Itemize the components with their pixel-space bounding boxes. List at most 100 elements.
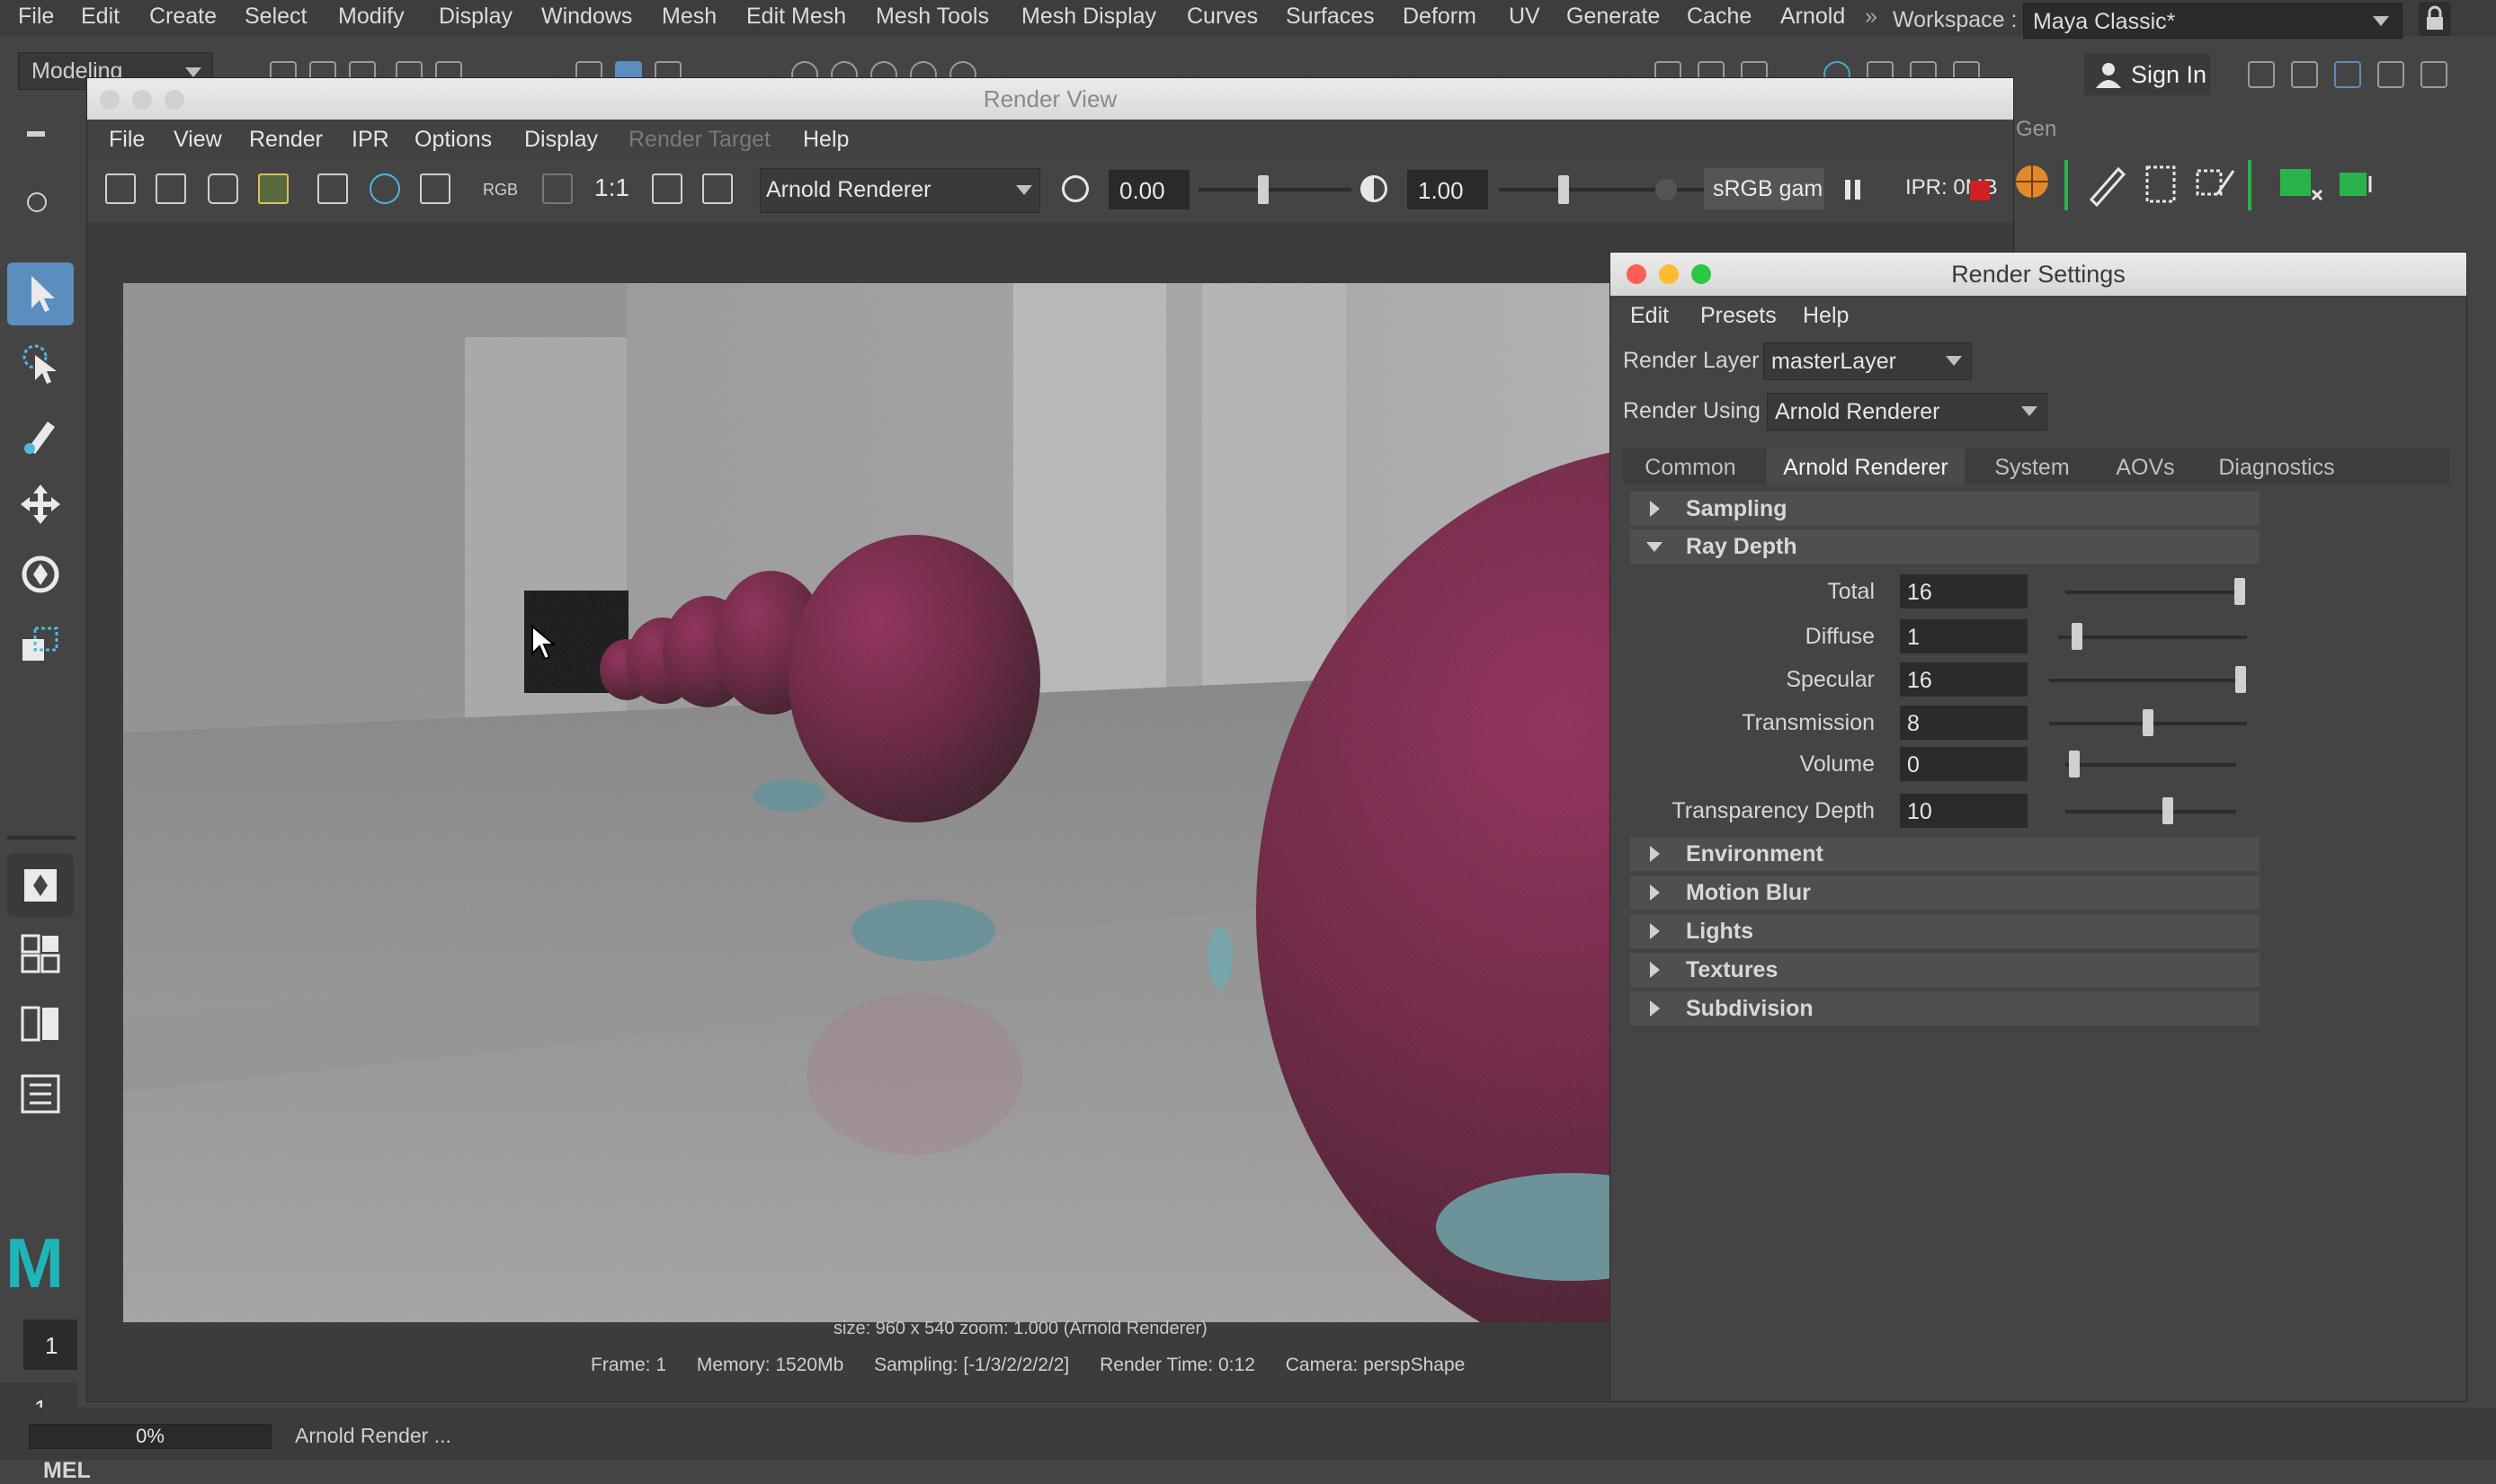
lasso-tool-icon[interactable] [7,333,74,395]
start-frame-field[interactable]: 1 [23,1320,77,1370]
outliner-layout-icon[interactable] [7,1062,74,1125]
crop-icon[interactable] [2136,158,2187,209]
main-menu-edit-mesh[interactable]: Edit Mesh [746,4,846,30]
main-menu-mesh-tools[interactable]: Mesh Tools [876,4,989,30]
attribute-editor-icon[interactable] [2334,61,2361,88]
render-using-select[interactable]: Arnold Renderer [1767,393,2047,431]
alpha-channel-icon[interactable] [542,173,573,204]
main-menu-display[interactable]: Display [439,4,513,30]
refresh-ipr-icon[interactable] [370,173,400,204]
sign-in-button[interactable]: Sign In [2084,54,2210,95]
tab-common[interactable]: Common [1623,449,1758,484]
arnold-sphere-icon[interactable] [2010,156,2055,207]
single-perspective-view-icon[interactable] [7,854,74,917]
transparency-depth-slider[interactable] [2065,810,2236,813]
lock-icon[interactable] [2419,2,2451,36]
volume-depth-field[interactable]: 0 [1900,747,2028,781]
main-menu-modify[interactable]: Modify [338,4,405,30]
render-settings-titlebar[interactable]: Render Settings [1610,253,2466,296]
color-space-button[interactable]: sRGB gam [1704,168,1824,209]
transmission-depth-field[interactable]: 8 [1900,706,2028,740]
render-layer-select[interactable]: masterLayer [1763,342,1972,380]
main-menu-surfaces[interactable]: Surfaces [1286,4,1375,30]
edit-marquee-icon[interactable] [2190,158,2241,209]
section-environment[interactable]: Environment [1630,837,2260,871]
volume-depth-slider-handle[interactable] [2068,751,2080,778]
rv-menu-file[interactable]: File [109,127,145,153]
volume-depth-slider[interactable] [2065,763,2236,767]
total-depth-field[interactable]: 16 [1900,574,2028,609]
rv-menu-render[interactable]: Render [249,127,323,153]
display-image-icon[interactable] [652,173,682,204]
exposure-slider-handle[interactable] [1258,175,1269,204]
tab-system[interactable]: System [1974,449,2090,484]
layer-options-icon[interactable] [2334,158,2388,209]
gamma-slider-track[interactable] [1499,188,1724,191]
exposure-field[interactable]: 0.00 [1109,170,1190,209]
main-menu-arnold[interactable]: Arnold [1780,4,1845,30]
main-menu-select[interactable]: Select [245,4,307,30]
move-tool-icon[interactable] [7,473,74,536]
shelf-tab-gen[interactable]: Gen [2016,117,2056,142]
remove-image-icon[interactable] [702,173,733,204]
rgb-channel-button[interactable]: RGB [483,181,518,200]
pause-ipr-icon[interactable] [1842,177,1864,202]
rs-menu-presets[interactable]: Presets [1700,303,1777,329]
main-menu-cache[interactable]: Cache [1687,4,1752,30]
rs-menu-edit[interactable]: Edit [1630,303,1669,329]
diffuse-depth-field[interactable]: 1 [1900,619,2028,653]
view-transform-icon[interactable] [1655,179,1677,200]
outliner-icon[interactable] [2420,61,2447,88]
transparency-depth-slider-handle[interactable] [2162,797,2173,824]
redo-render-icon[interactable] [105,173,136,204]
main-menu-windows[interactable]: Windows [541,4,632,30]
select-tool-icon[interactable] [7,262,74,325]
toolbox-gear-icon[interactable] [27,192,47,212]
tab-aovs[interactable]: AOVs [2096,449,2195,484]
render-settings-icon[interactable] [420,173,450,204]
character-controls-icon[interactable] [2291,61,2318,88]
diffuse-depth-slider[interactable] [2058,635,2247,639]
section-subdivision[interactable]: Subdivision [1630,991,2260,1026]
section-lights[interactable]: Lights [1630,914,2260,948]
section-ray-depth[interactable]: Ray Depth [1630,529,2260,564]
rv-menu-ipr[interactable]: IPR [352,127,389,153]
workspace-select[interactable]: Maya Classic* [2023,3,2402,39]
main-menu-generate[interactable]: Generate [1566,4,1660,30]
render-region-icon[interactable] [156,173,186,204]
diffuse-depth-slider-handle[interactable] [2072,623,2082,650]
two-view-layout-icon[interactable] [7,992,74,1055]
renderer-select[interactable]: Arnold Renderer [760,168,1040,213]
main-menu-curves[interactable]: Curves [1187,4,1258,30]
ipr-render-icon[interactable] [317,173,348,204]
toolbox-collapse-icon[interactable] [27,131,45,137]
main-menu-edit[interactable]: Edit [81,4,120,30]
channel-box-icon[interactable] [2377,61,2404,88]
section-motion-blur[interactable]: Motion Blur [1630,875,2260,910]
gamma-slider-handle[interactable] [1558,175,1569,204]
render-view-titlebar[interactable]: Render View [87,78,2013,120]
real-size-button[interactable]: 1:1 [594,173,629,202]
total-depth-slider[interactable] [2065,591,2245,594]
mel-label[interactable]: MEL [43,1458,91,1484]
rv-menu-view[interactable]: View [174,127,222,153]
section-textures[interactable]: Textures [1630,953,2260,987]
add-layer-icon[interactable] [2275,158,2329,209]
gamma-field[interactable]: 1.00 [1407,170,1488,209]
transparency-depth-field[interactable]: 10 [1900,794,2028,828]
main-menu-uv[interactable]: UV [1509,4,1540,30]
rs-menu-help[interactable]: Help [1803,303,1849,329]
main-menu-create[interactable]: Create [149,4,217,30]
specular-depth-slider[interactable] [2049,679,2247,682]
total-depth-slider-handle[interactable] [2234,578,2245,605]
rv-menu-help[interactable]: Help [803,127,849,153]
gamma-reset-icon[interactable] [1360,175,1387,202]
rotate-tool-icon[interactable] [7,543,74,606]
pencil-icon[interactable] [2082,158,2133,209]
modeling-toolkit-icon[interactable] [2248,61,2275,88]
main-menu-deform[interactable]: Deform [1403,4,1476,30]
menu-overflow-icon[interactable]: » [1865,4,1877,30]
tab-diagnostics[interactable]: Diagnostics [2200,449,2353,484]
rendered-image[interactable] [123,283,1774,1322]
keep-image-icon[interactable] [258,173,289,204]
